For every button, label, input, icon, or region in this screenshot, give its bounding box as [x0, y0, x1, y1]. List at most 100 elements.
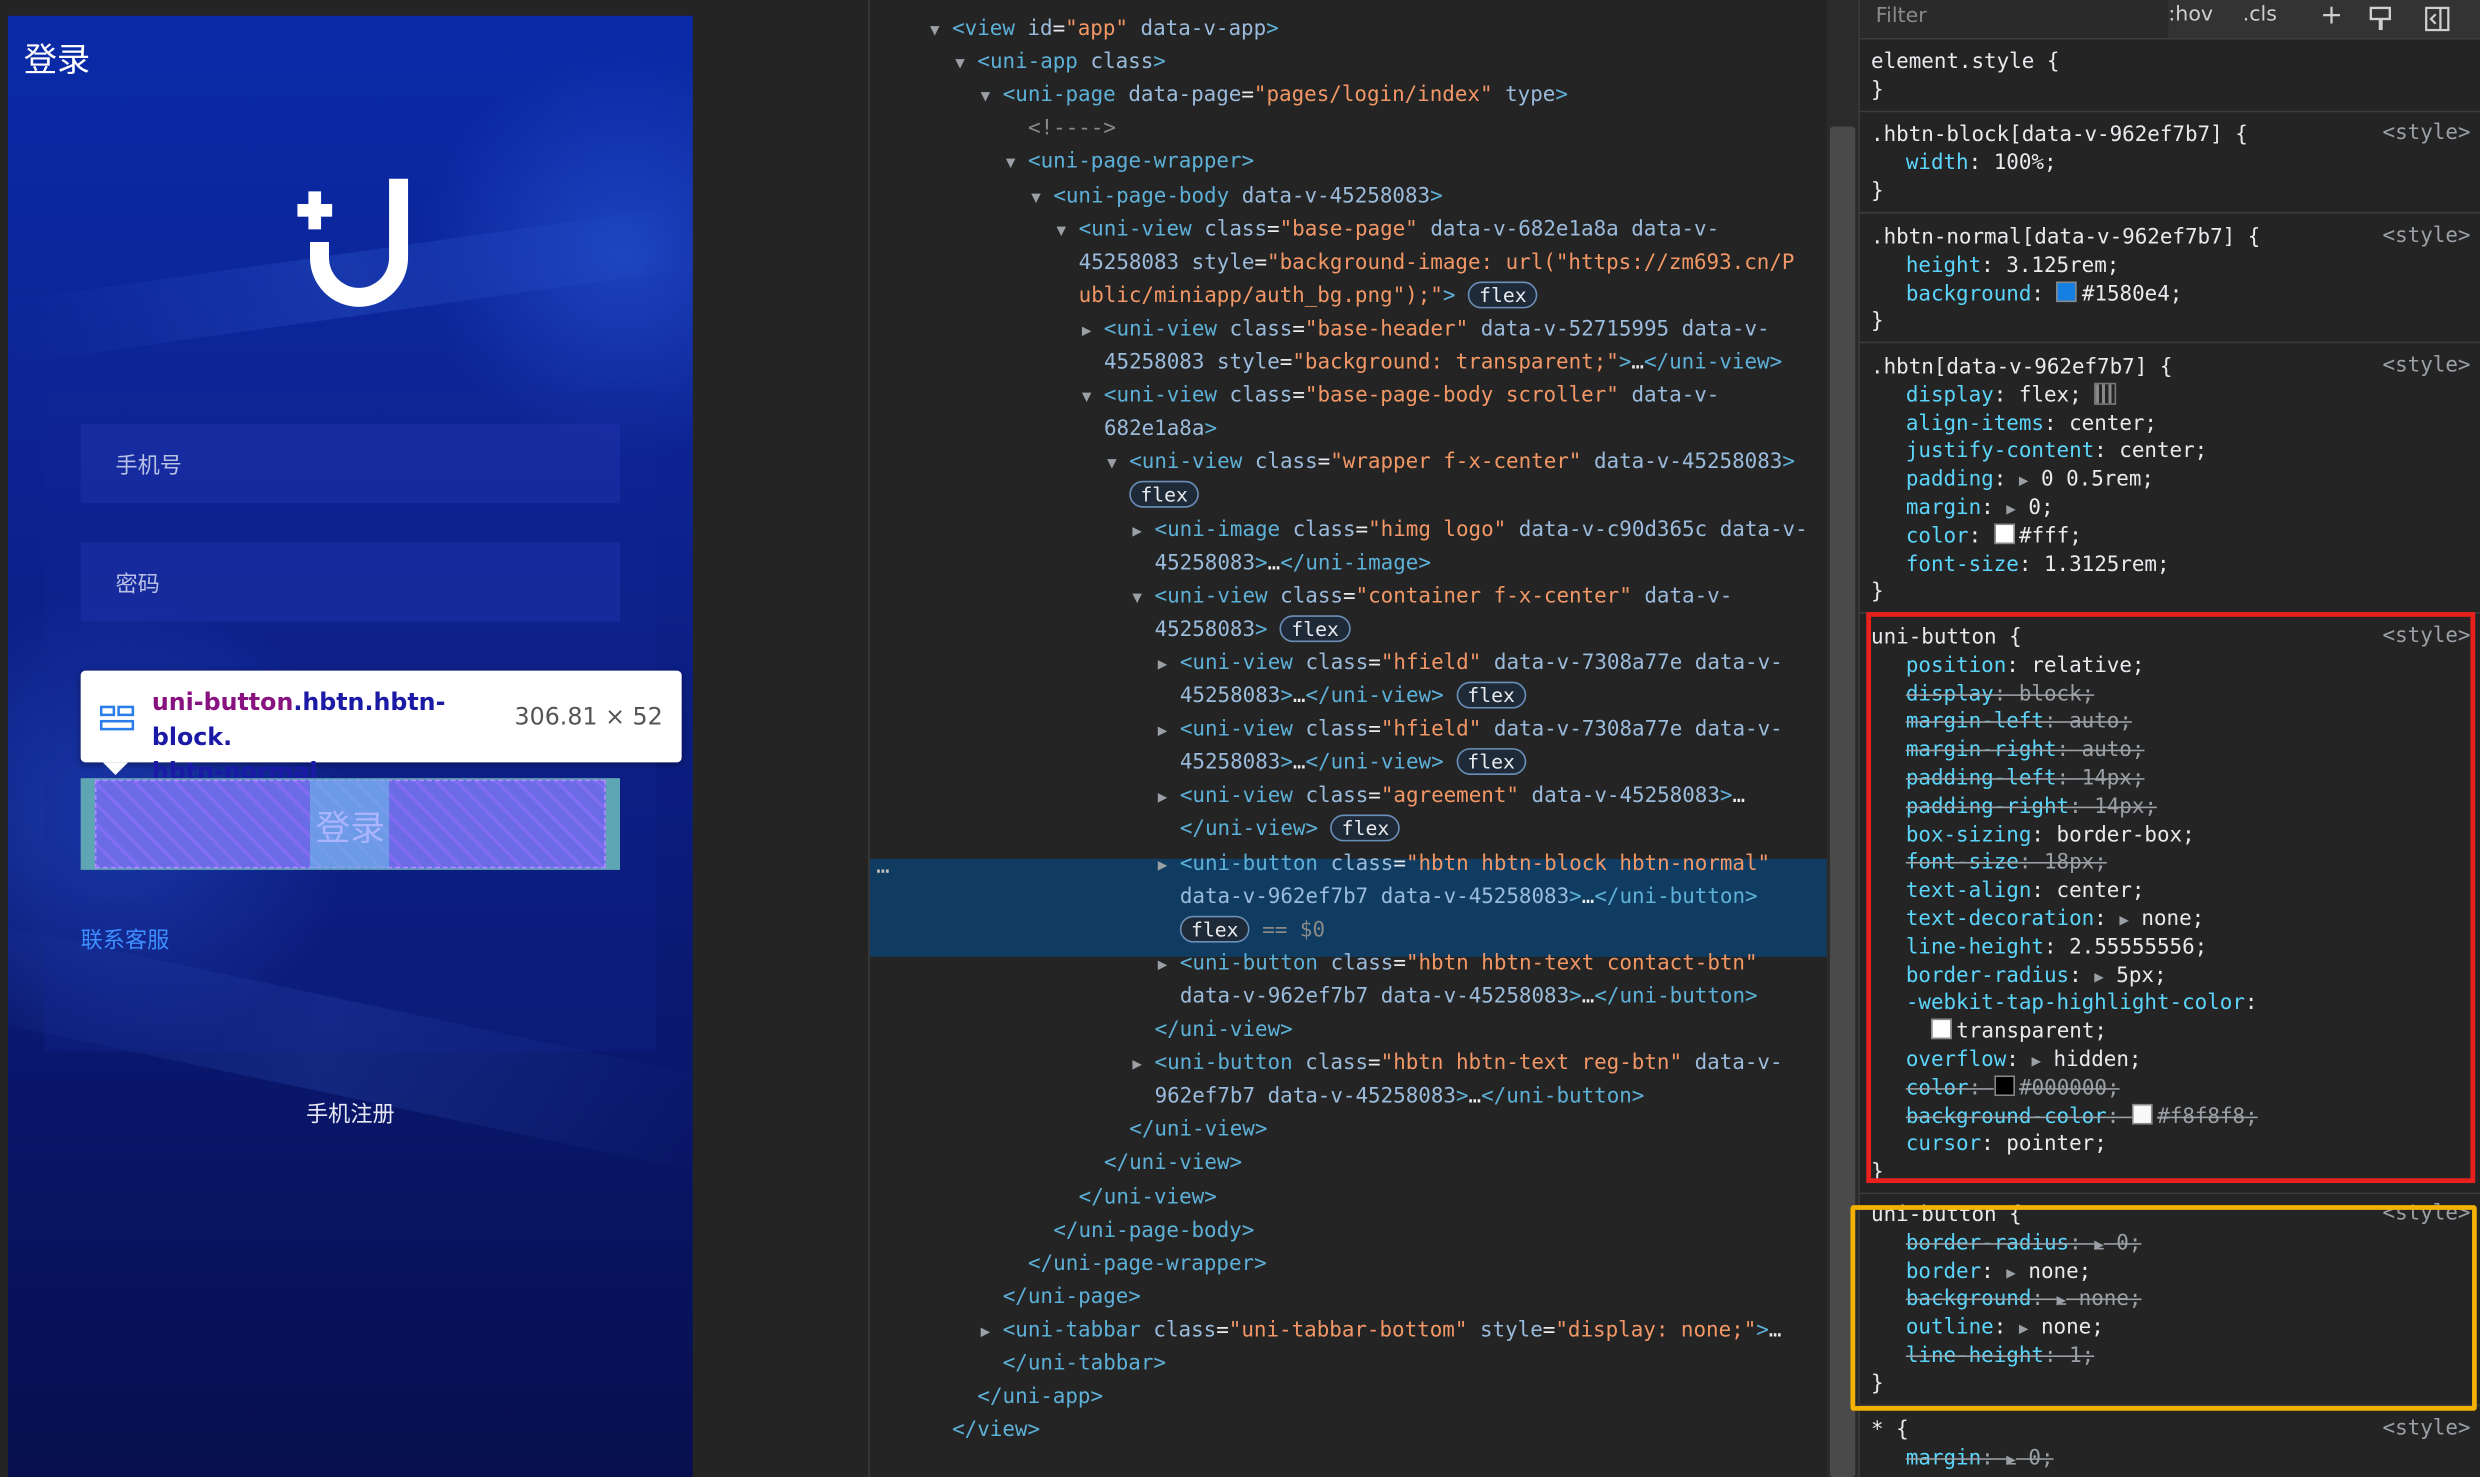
- style-rule-selector[interactable]: .hbtn-normal[data-v-962ef7b7] {: [1871, 225, 2260, 253]
- style-rule-selector[interactable]: * {: [1871, 1417, 1909, 1445]
- style-property[interactable]: color: #fff;: [1906, 523, 2082, 551]
- dom-node-line[interactable]: 45258083>…</uni-image>: [1155, 547, 1431, 580]
- expand-arrow-icon[interactable]: ▼: [1107, 456, 1117, 473]
- dom-node-line[interactable]: data-v-962ef7b7 data-v-45258083>…</uni-b…: [1180, 980, 1758, 1013]
- color-swatch[interactable]: [1993, 523, 2015, 544]
- dom-node-line[interactable]: ▶ <uni-image class="himg logo" data-v-c9…: [1132, 513, 1807, 548]
- new-rule-plus-icon[interactable]: +: [2320, 0, 2343, 32]
- expand-arrow-icon[interactable]: ▼: [981, 89, 991, 106]
- dom-node-line[interactable]: data-v-962ef7b7 data-v-45258083>…</uni-b…: [1180, 880, 1758, 913]
- style-property[interactable]: justify-content: center;: [1906, 439, 2207, 467]
- expand-arrow-icon[interactable]: ▼: [1082, 389, 1092, 406]
- expand-arrow-icon[interactable]: ▼: [1132, 589, 1142, 606]
- dom-node-line[interactable]: flex == $0: [1179, 914, 1325, 947]
- dom-node-line[interactable]: ▼ <uni-view class="base-page-body scroll…: [1082, 380, 1720, 415]
- flexbox-editor-icon[interactable]: [2094, 382, 2117, 405]
- filter-input[interactable]: Filter: [1876, 5, 1927, 29]
- dom-node-line[interactable]: </uni-tabbar>: [1003, 1348, 1166, 1381]
- style-property[interactable]: align-items: center;: [1906, 411, 2157, 439]
- expand-arrow-icon[interactable]: ▶: [1158, 723, 1168, 740]
- dom-node-line[interactable]: ▼ <uni-view class="container f-x-center"…: [1132, 580, 1732, 615]
- expand-arrow-icon[interactable]: ▶: [1082, 322, 1092, 339]
- expand-arrow-icon[interactable]: ▶: [1132, 1057, 1142, 1074]
- rule-separator: [1859, 110, 2480, 112]
- style-rule-selector[interactable]: .hbtn-block[data-v-962ef7b7] {: [1871, 122, 2248, 150]
- yellow-annotation-box: [1850, 1205, 2477, 1411]
- dom-node-line[interactable]: ▶ <uni-view class="base-header" data-v-5…: [1082, 313, 1770, 348]
- dom-node-line[interactable]: ▼ <view id="app" data-v-app>: [930, 13, 1279, 48]
- style-property[interactable]: font-size: 1.3125rem;: [1906, 551, 2170, 579]
- dom-node-line[interactable]: ublic/miniapp/auth_bg.png");"> flex: [1079, 280, 1538, 313]
- style-source-link[interactable]: <style>: [2383, 225, 2471, 249]
- dom-node-line[interactable]: ▶ <uni-view class="hfield" data-v-7308a7…: [1158, 713, 1783, 748]
- dom-node-line[interactable]: ▼ <uni-page data-page="pages/login/index…: [981, 79, 1568, 114]
- style-property[interactable]: margin: ▶ 0;: [1906, 1445, 2054, 1475]
- dom-node-line[interactable]: ▶ <uni-button class="hbtn hbtn-text cont…: [1158, 947, 1758, 982]
- more-dots-icon[interactable]: ⋯: [876, 859, 889, 884]
- style-source-link[interactable]: <style>: [2383, 1417, 2471, 1441]
- dom-node-line[interactable]: ▶ <uni-tabbar class="uni-tabbar-bottom" …: [981, 1314, 1782, 1349]
- phone-register-link[interactable]: 手机注册: [8, 1098, 693, 1130]
- expand-arrow-icon[interactable]: ▼: [1031, 189, 1041, 206]
- dom-node-line[interactable]: ▼ <uni-app class>: [955, 46, 1166, 81]
- style-source-link[interactable]: <style>: [2383, 122, 2471, 146]
- expand-arrow-icon[interactable]: ▼: [1057, 222, 1067, 239]
- dom-node-line[interactable]: </uni-app>: [977, 1381, 1103, 1414]
- color-swatch[interactable]: [2056, 280, 2078, 302]
- style-property[interactable]: height: 3.125rem;: [1906, 253, 2119, 281]
- contact-support-link[interactable]: 联系客服: [81, 924, 170, 956]
- red-annotation-box: [1866, 612, 2476, 1184]
- style-property[interactable]: padding: ▶ 0 0.5rem;: [1906, 467, 2154, 497]
- login-button[interactable]: 登录: [80, 778, 620, 870]
- style-property[interactable]: width: 100%;: [1906, 150, 2057, 178]
- expand-arrow-icon[interactable]: ▶: [1158, 856, 1168, 873]
- phone-field[interactable]: 手机号: [80, 423, 620, 503]
- dom-node-line[interactable]: <!---->: [1028, 113, 1116, 146]
- dom-node-line[interactable]: 45258083>…</uni-view> flex: [1180, 680, 1526, 713]
- dom-node-line[interactable]: ▶ <uni-view class="hfield" data-v-7308a7…: [1158, 647, 1783, 682]
- dom-node-line[interactable]: </uni-page-body>: [1053, 1214, 1254, 1247]
- hov-toggle[interactable]: :hov: [2168, 3, 2213, 27]
- dom-node-line[interactable]: 962ef7b7 data-v-45258083>…</uni-button>: [1155, 1081, 1645, 1114]
- dom-node-line[interactable]: ▼ <uni-view class="base-page" data-v-682…: [1057, 213, 1720, 248]
- dom-node-line[interactable]: </uni-page-wrapper>: [1028, 1247, 1267, 1280]
- expand-arrow-icon[interactable]: ▼: [955, 56, 965, 73]
- dom-node-line[interactable]: ▼ <uni-view class="wrapper f-x-center" d…: [1107, 446, 1795, 481]
- dom-node-line[interactable]: 45258083 style="background: transparent;…: [1104, 346, 1782, 379]
- dom-node-line[interactable]: 45258083>…</uni-view> flex: [1180, 747, 1526, 780]
- dom-node-line[interactable]: ▶ <uni-view class="agreement" data-v-452…: [1158, 780, 1745, 815]
- sidebar-toggle-icon[interactable]: [2425, 6, 2450, 32]
- dom-node-line[interactable]: ▼ <uni-page-wrapper>: [1006, 146, 1254, 181]
- dom-node-line[interactable]: flex: [1129, 480, 1200, 513]
- expand-arrow-icon[interactable]: ▼: [930, 22, 940, 39]
- style-rule-selector[interactable]: element.style {: [1871, 49, 2059, 77]
- dom-node-line[interactable]: </uni-page>: [1003, 1281, 1141, 1314]
- dom-node-line[interactable]: </uni-view>: [1129, 1114, 1267, 1147]
- expand-arrow-icon[interactable]: ▶: [1158, 957, 1168, 974]
- expand-arrow-icon[interactable]: ▶: [1158, 790, 1168, 807]
- expand-arrow-icon[interactable]: ▼: [1006, 156, 1016, 173]
- dom-node-line[interactable]: 45258083> flex: [1155, 613, 1350, 646]
- style-property[interactable]: display: flex;: [1906, 382, 2117, 410]
- paint-brush-icon[interactable]: [2368, 6, 2393, 31]
- style-property[interactable]: margin: ▶ 0;: [1906, 495, 2054, 525]
- cls-toggle[interactable]: .cls: [2243, 3, 2277, 27]
- password-field[interactable]: 密码: [80, 542, 620, 622]
- dom-node-line[interactable]: 45258083 style="background-image: url("h…: [1079, 246, 1795, 279]
- style-rule-selector[interactable]: .hbtn[data-v-962ef7b7] {: [1871, 354, 2172, 382]
- expand-arrow-icon[interactable]: ▶: [981, 1324, 991, 1341]
- style-property[interactable]: background: #1580e4;: [1906, 280, 2182, 309]
- style-source-link[interactable]: <style>: [2383, 354, 2471, 378]
- dom-node-line[interactable]: ▼ <uni-page-body data-v-45258083>: [1031, 180, 1442, 215]
- expand-arrow-icon[interactable]: ▶: [1158, 656, 1168, 673]
- dom-node-line[interactable]: </uni-view> flex: [1180, 814, 1401, 847]
- expand-arrow-icon[interactable]: ▶: [1132, 523, 1142, 540]
- dom-node-line[interactable]: ▶ <uni-button class="hbtn hbtn-text reg-…: [1132, 1047, 1782, 1082]
- page-title: 登录: [23, 41, 91, 80]
- dom-node-line[interactable]: </uni-view>: [1104, 1147, 1242, 1180]
- dom-node-line[interactable]: ▶ <uni-button class="hbtn hbtn-block hbt…: [1158, 847, 1770, 882]
- dom-node-line[interactable]: </view>: [952, 1414, 1040, 1447]
- dom-node-line[interactable]: </uni-view>: [1155, 1014, 1293, 1047]
- dom-node-line[interactable]: 682e1a8a>: [1104, 413, 1217, 446]
- dom-node-line[interactable]: </uni-view>: [1079, 1181, 1217, 1214]
